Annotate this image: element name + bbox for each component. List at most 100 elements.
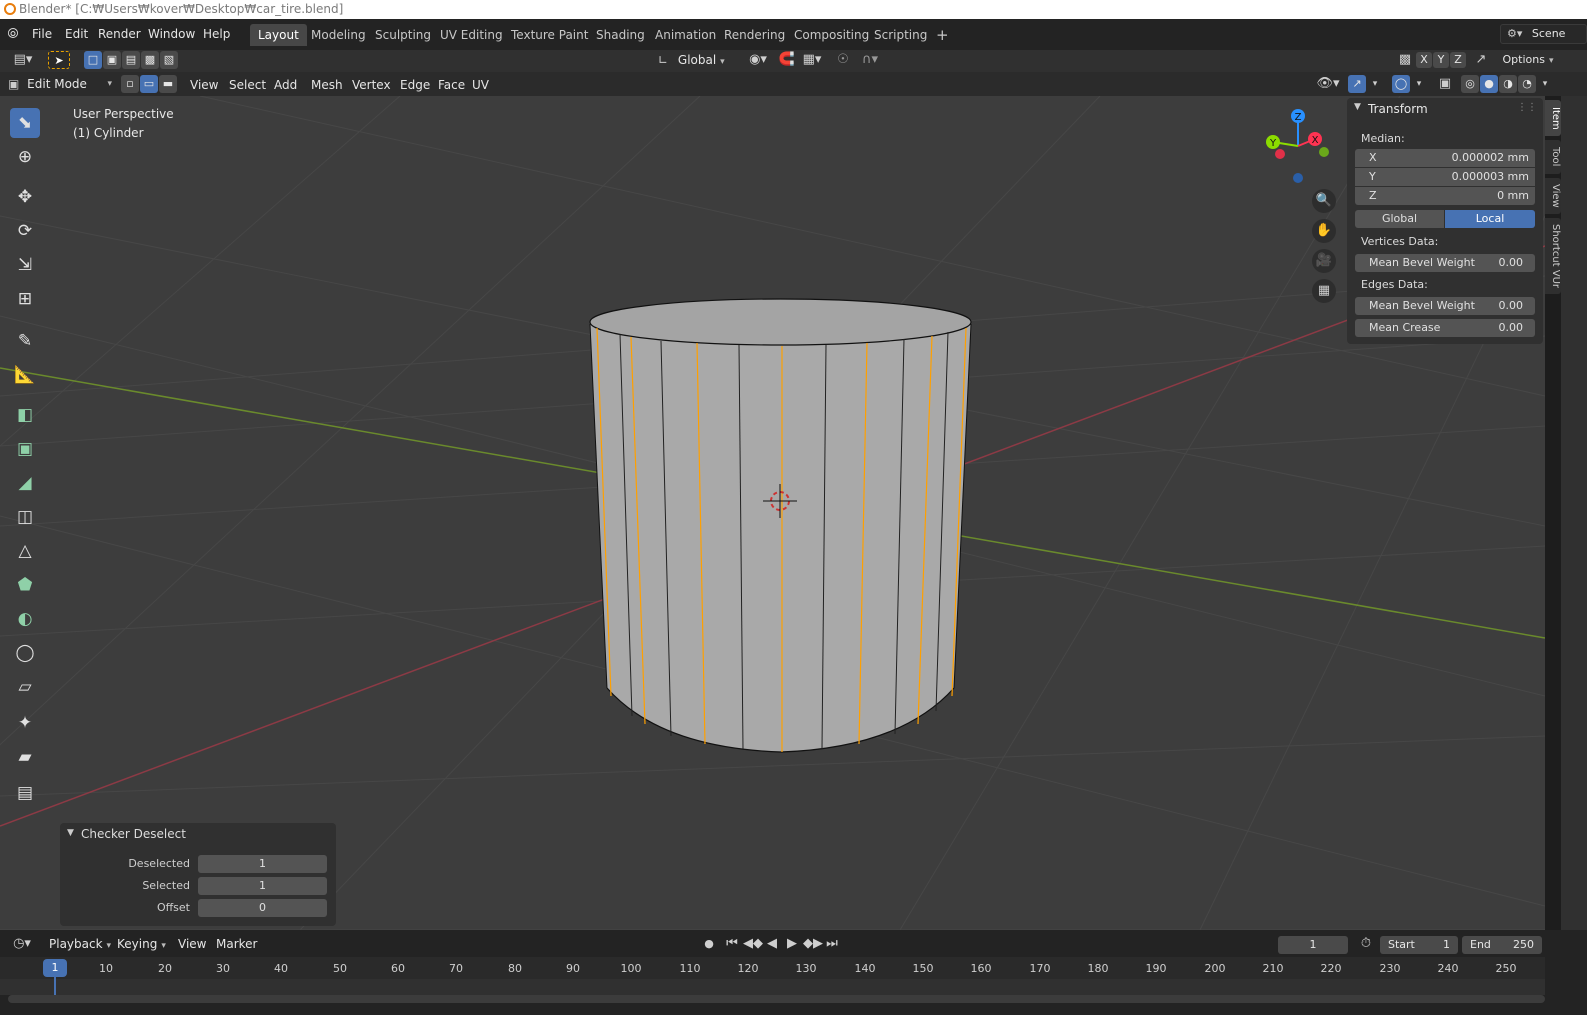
timeline-menu-view[interactable]: View (178, 935, 206, 953)
menu-vertex[interactable]: Vertex (352, 76, 391, 94)
wireframe-shading-icon[interactable]: ◎ (1461, 75, 1479, 93)
menu-view[interactable]: View (190, 76, 218, 94)
snap-target-icon[interactable]: ▦▾ (798, 51, 826, 69)
tab-modeling[interactable]: Modeling (303, 24, 374, 46)
edge-select-mode-icon[interactable]: ▭ (140, 75, 158, 93)
shading-dropdown-icon[interactable]: ▾ (1538, 75, 1552, 93)
overlay-dropdown-icon[interactable]: ▾ (1412, 75, 1426, 93)
vertex-bevel-weight-field[interactable]: Mean Bevel Weight 0.00 (1355, 254, 1535, 272)
sidebar-tab-tool[interactable]: Tool (1545, 140, 1561, 174)
next-keyframe-icon[interactable]: ◆▶ (803, 935, 823, 953)
global-toggle[interactable]: Global (1355, 210, 1444, 228)
select-mode-extend-icon[interactable]: ▣ (103, 51, 121, 69)
prev-keyframe-icon[interactable]: ◀◆ (743, 935, 763, 953)
start-frame-field[interactable]: Start 1 (1380, 936, 1458, 954)
record-icon[interactable]: ● (700, 935, 718, 953)
menu-face[interactable]: Face (438, 76, 465, 94)
offset-field[interactable]: 0 (198, 899, 327, 917)
pan-hand-icon[interactable]: ✋ (1312, 219, 1336, 243)
select-box-tool-icon[interactable]: ⬊ (10, 108, 40, 138)
ortho-toggle-icon[interactable]: ▦ (1312, 279, 1336, 303)
move-tool-icon[interactable]: ✥ (10, 182, 40, 212)
timeline-menu-keying[interactable]: Keying ▾ (117, 935, 166, 953)
tab-shading[interactable]: Shading (588, 24, 653, 46)
tab-uv-editing[interactable]: UV Editing (432, 24, 511, 46)
menu-file[interactable]: File (32, 24, 52, 44)
mirror-y-toggle[interactable]: Y (1433, 52, 1449, 68)
visibility-icon[interactable]: 👁▾ (1314, 75, 1342, 93)
mirror-icon[interactable]: ▩ (1396, 51, 1414, 69)
mirror-z-toggle[interactable]: Z (1450, 52, 1466, 68)
knife-tool-icon[interactable]: △ (10, 536, 40, 566)
transform-tool-icon[interactable]: ⊞ (10, 284, 40, 314)
tab-sculpting[interactable]: Sculpting (367, 24, 439, 46)
tab-texture-paint[interactable]: Texture Paint (503, 24, 596, 46)
gizmo-x-label[interactable]: X (1312, 135, 1319, 146)
jump-end-icon[interactable]: ⏭ (823, 935, 841, 953)
rendered-shading-icon[interactable]: ◔ (1518, 75, 1536, 93)
scale-tool-icon[interactable]: ⇲ (10, 250, 40, 280)
select-mode-new-icon[interactable]: □ (84, 51, 102, 69)
editor-type-icon[interactable]: ▤▾ (8, 51, 38, 69)
inset-tool-icon[interactable]: ▣ (10, 434, 40, 464)
tab-rendering[interactable]: Rendering (716, 24, 793, 46)
overlay-toggle-icon[interactable]: ◯ (1392, 75, 1410, 93)
menu-uv[interactable]: UV (472, 76, 489, 94)
select-mode-invert-icon[interactable]: ▩ (141, 51, 159, 69)
median-x-field[interactable]: X 0.000002 mm (1355, 149, 1535, 167)
menu-help[interactable]: Help (203, 24, 230, 44)
snap-toggle-icon[interactable]: 🧲 (778, 51, 796, 69)
menu-render[interactable]: Render (98, 24, 141, 44)
timeline-menu-marker[interactable]: Marker (216, 935, 257, 953)
menu-window[interactable]: Window (148, 24, 195, 44)
timeline-track[interactable] (0, 979, 1545, 995)
operator-title[interactable]: Checker Deselect (81, 827, 186, 841)
rip-region-tool-icon[interactable]: ▤ (10, 778, 40, 808)
material-shading-icon[interactable]: ◑ (1499, 75, 1517, 93)
bevel-tool-icon[interactable]: ◢ (10, 468, 40, 498)
select-tool-icon[interactable]: ➤ (48, 51, 70, 69)
solid-shading-icon[interactable]: ● (1480, 75, 1498, 93)
pivot-point-icon[interactable]: ◉▾ (744, 51, 772, 69)
proportional-falloff-icon[interactable]: ∩▾ (856, 51, 884, 69)
transform-title[interactable]: Transform (1368, 102, 1428, 116)
play-reverse-icon[interactable]: ◀ (763, 935, 781, 953)
navigation-gizmo[interactable]: Z X Y (1258, 106, 1338, 186)
timeline-scrollbar[interactable] (8, 995, 1545, 1003)
tab-compositing[interactable]: Compositing (786, 24, 877, 46)
end-frame-field[interactable]: End 250 (1462, 936, 1542, 954)
transform-collapse-icon[interactable]: ▼ (1354, 102, 1361, 112)
xray-toggle-icon[interactable]: ▣ (1436, 75, 1454, 93)
gizmo-toggle-icon[interactable]: ↗ (1348, 75, 1366, 93)
blender-menu-icon[interactable]: ⦾ (4, 25, 22, 43)
smooth-tool-icon[interactable]: ◯ (10, 638, 40, 668)
shear-tool-icon[interactable]: ▰ (10, 742, 40, 772)
poly-build-tool-icon[interactable]: ⬟ (10, 570, 40, 600)
vertex-select-mode-icon[interactable]: ▫ (121, 75, 139, 93)
cursor-tool-icon[interactable]: ⊕ (10, 142, 40, 172)
select-mode-subtract-icon[interactable]: ▤ (122, 51, 140, 69)
current-frame-field[interactable]: 1 (1278, 936, 1348, 954)
shrink-fatten-tool-icon[interactable]: ✦ (10, 708, 40, 738)
median-z-field[interactable]: Z 0 mm (1355, 187, 1535, 205)
proportional-edit-icon[interactable]: ☉ (834, 51, 852, 69)
rotate-tool-icon[interactable]: ⟳ (10, 216, 40, 246)
topology-mirror-icon[interactable]: ↗ (1472, 51, 1490, 69)
mirror-x-toggle[interactable]: X (1416, 52, 1432, 68)
gizmo-dropdown-icon[interactable]: ▾ (1368, 75, 1382, 93)
sidebar-tab-view[interactable]: View (1545, 178, 1561, 214)
timeline-editor-type-icon[interactable]: ◷▾ (8, 935, 36, 953)
local-toggle[interactable]: Local (1445, 210, 1535, 228)
deselected-field[interactable]: 1 (198, 855, 327, 873)
mean-crease-field[interactable]: Mean Crease 0.00 (1355, 319, 1535, 337)
tab-scripting[interactable]: Scripting (866, 24, 935, 46)
timeline-menu-playback[interactable]: Playback ▾ (49, 935, 111, 953)
sidebar-tab-item[interactable]: Item (1545, 100, 1561, 136)
face-select-mode-icon[interactable]: ▬ (159, 75, 177, 93)
transform-orientation-dropdown[interactable]: ∟ Global ▾ (658, 51, 734, 69)
jump-start-icon[interactable]: ⏮ (723, 935, 741, 953)
sidebar-tab-shortcut-vur[interactable]: Shortcut VUr (1545, 218, 1561, 294)
selected-field[interactable]: 1 (198, 877, 327, 895)
gizmo-neg-y[interactable] (1319, 147, 1329, 157)
gizmo-y-label[interactable]: Y (1269, 138, 1277, 149)
